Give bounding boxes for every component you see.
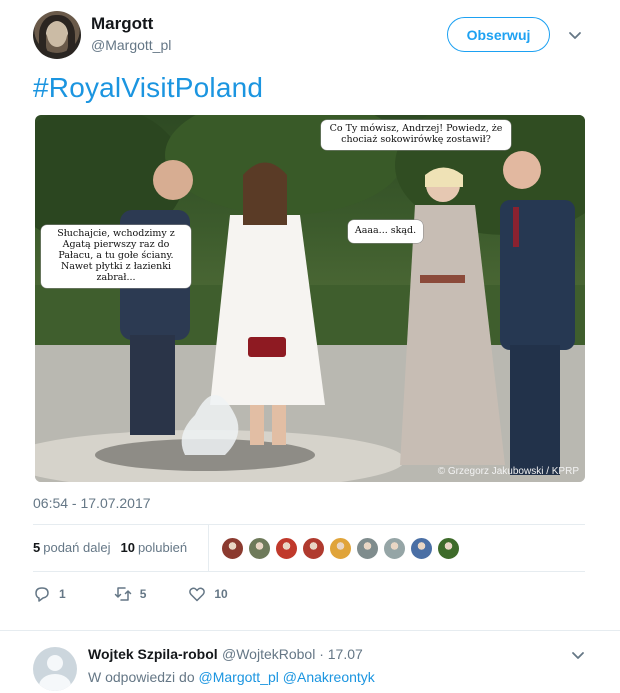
mention-link-1[interactable]: @Margott_pl: [199, 669, 279, 685]
liker-avatar[interactable]: [329, 537, 352, 560]
liker-avatar[interactable]: [221, 537, 244, 560]
liker-avatar[interactable]: [437, 537, 460, 560]
reply-author-name[interactable]: Wojtek Szpila-robol: [88, 646, 218, 662]
photo-credit: © Grzegorz Jakubowski / KPRP: [437, 466, 579, 477]
retweets-count: 5: [33, 540, 41, 555]
retweet-icon: [114, 587, 131, 601]
liker-avatar[interactable]: [302, 537, 325, 560]
speech-bubble-small: Aaaa... skąd.: [348, 220, 423, 243]
reply-separator: [0, 630, 620, 631]
mention-link-2[interactable]: @Anakreontyk: [283, 669, 375, 685]
author-handle[interactable]: @Margott_pl: [91, 37, 171, 53]
reply-action[interactable]: 1: [33, 585, 66, 603]
retweets-label: podań dalej: [43, 540, 111, 555]
retweet-count: 5: [139, 587, 147, 601]
reply-author-meta[interactable]: @WojtekRobol · 17.07: [222, 646, 363, 662]
tweet-actions: 1 5 10: [33, 585, 228, 603]
likes-stat[interactable]: 10 polubień: [120, 540, 187, 555]
retweet-action[interactable]: 5: [114, 585, 147, 603]
stats-separator: [208, 525, 209, 571]
like-action[interactable]: 10: [188, 585, 228, 603]
liker-avatar[interactable]: [275, 537, 298, 560]
tweet-timestamp[interactable]: 06:54 - 17.07.2017: [33, 495, 151, 511]
reply-to-prefix: W odpowiedzi do: [88, 669, 195, 685]
divider: [33, 571, 585, 572]
reply-context: W odpowiedzi do @Margott_pl @Anakreontyk: [88, 669, 375, 685]
reply-count: 1: [59, 587, 66, 601]
likes-label: polubień: [137, 540, 188, 555]
tweet-photo[interactable]: Słuchajcie, wchodzimy z Agatą pierwszy r…: [35, 115, 585, 482]
author-display-name[interactable]: Margott: [91, 14, 153, 34]
chevron-down-icon[interactable]: [569, 646, 587, 664]
retweets-stat[interactable]: 5 podań dalej: [33, 540, 110, 555]
divider: [33, 524, 585, 525]
follow-button[interactable]: Obserwuj: [447, 17, 550, 52]
heart-icon: [189, 587, 206, 602]
liker-avatar[interactable]: [383, 537, 406, 560]
likers-avatars: [221, 537, 460, 560]
likes-count: 10: [120, 540, 135, 555]
reply-icon: [35, 587, 49, 602]
liker-avatar[interactable]: [356, 537, 379, 560]
reply-avatar[interactable]: [33, 647, 77, 691]
tweet-stats: 5 podań dalej 10 polubień: [33, 540, 187, 555]
liker-avatar[interactable]: [410, 537, 433, 560]
speech-bubble-left: Słuchajcie, wchodzimy z Agatą pierwszy r…: [41, 225, 191, 288]
speech-bubble-top: Co Ty mówisz, Andrzej! Powiedz, że choci…: [321, 120, 511, 150]
like-count: 10: [214, 587, 228, 601]
author-avatar[interactable]: [33, 11, 81, 59]
chevron-down-icon[interactable]: [566, 26, 584, 44]
hashtag-link[interactable]: #RoyalVisitPoland: [33, 72, 263, 104]
photo-scene: [35, 115, 585, 482]
liker-avatar[interactable]: [248, 537, 271, 560]
